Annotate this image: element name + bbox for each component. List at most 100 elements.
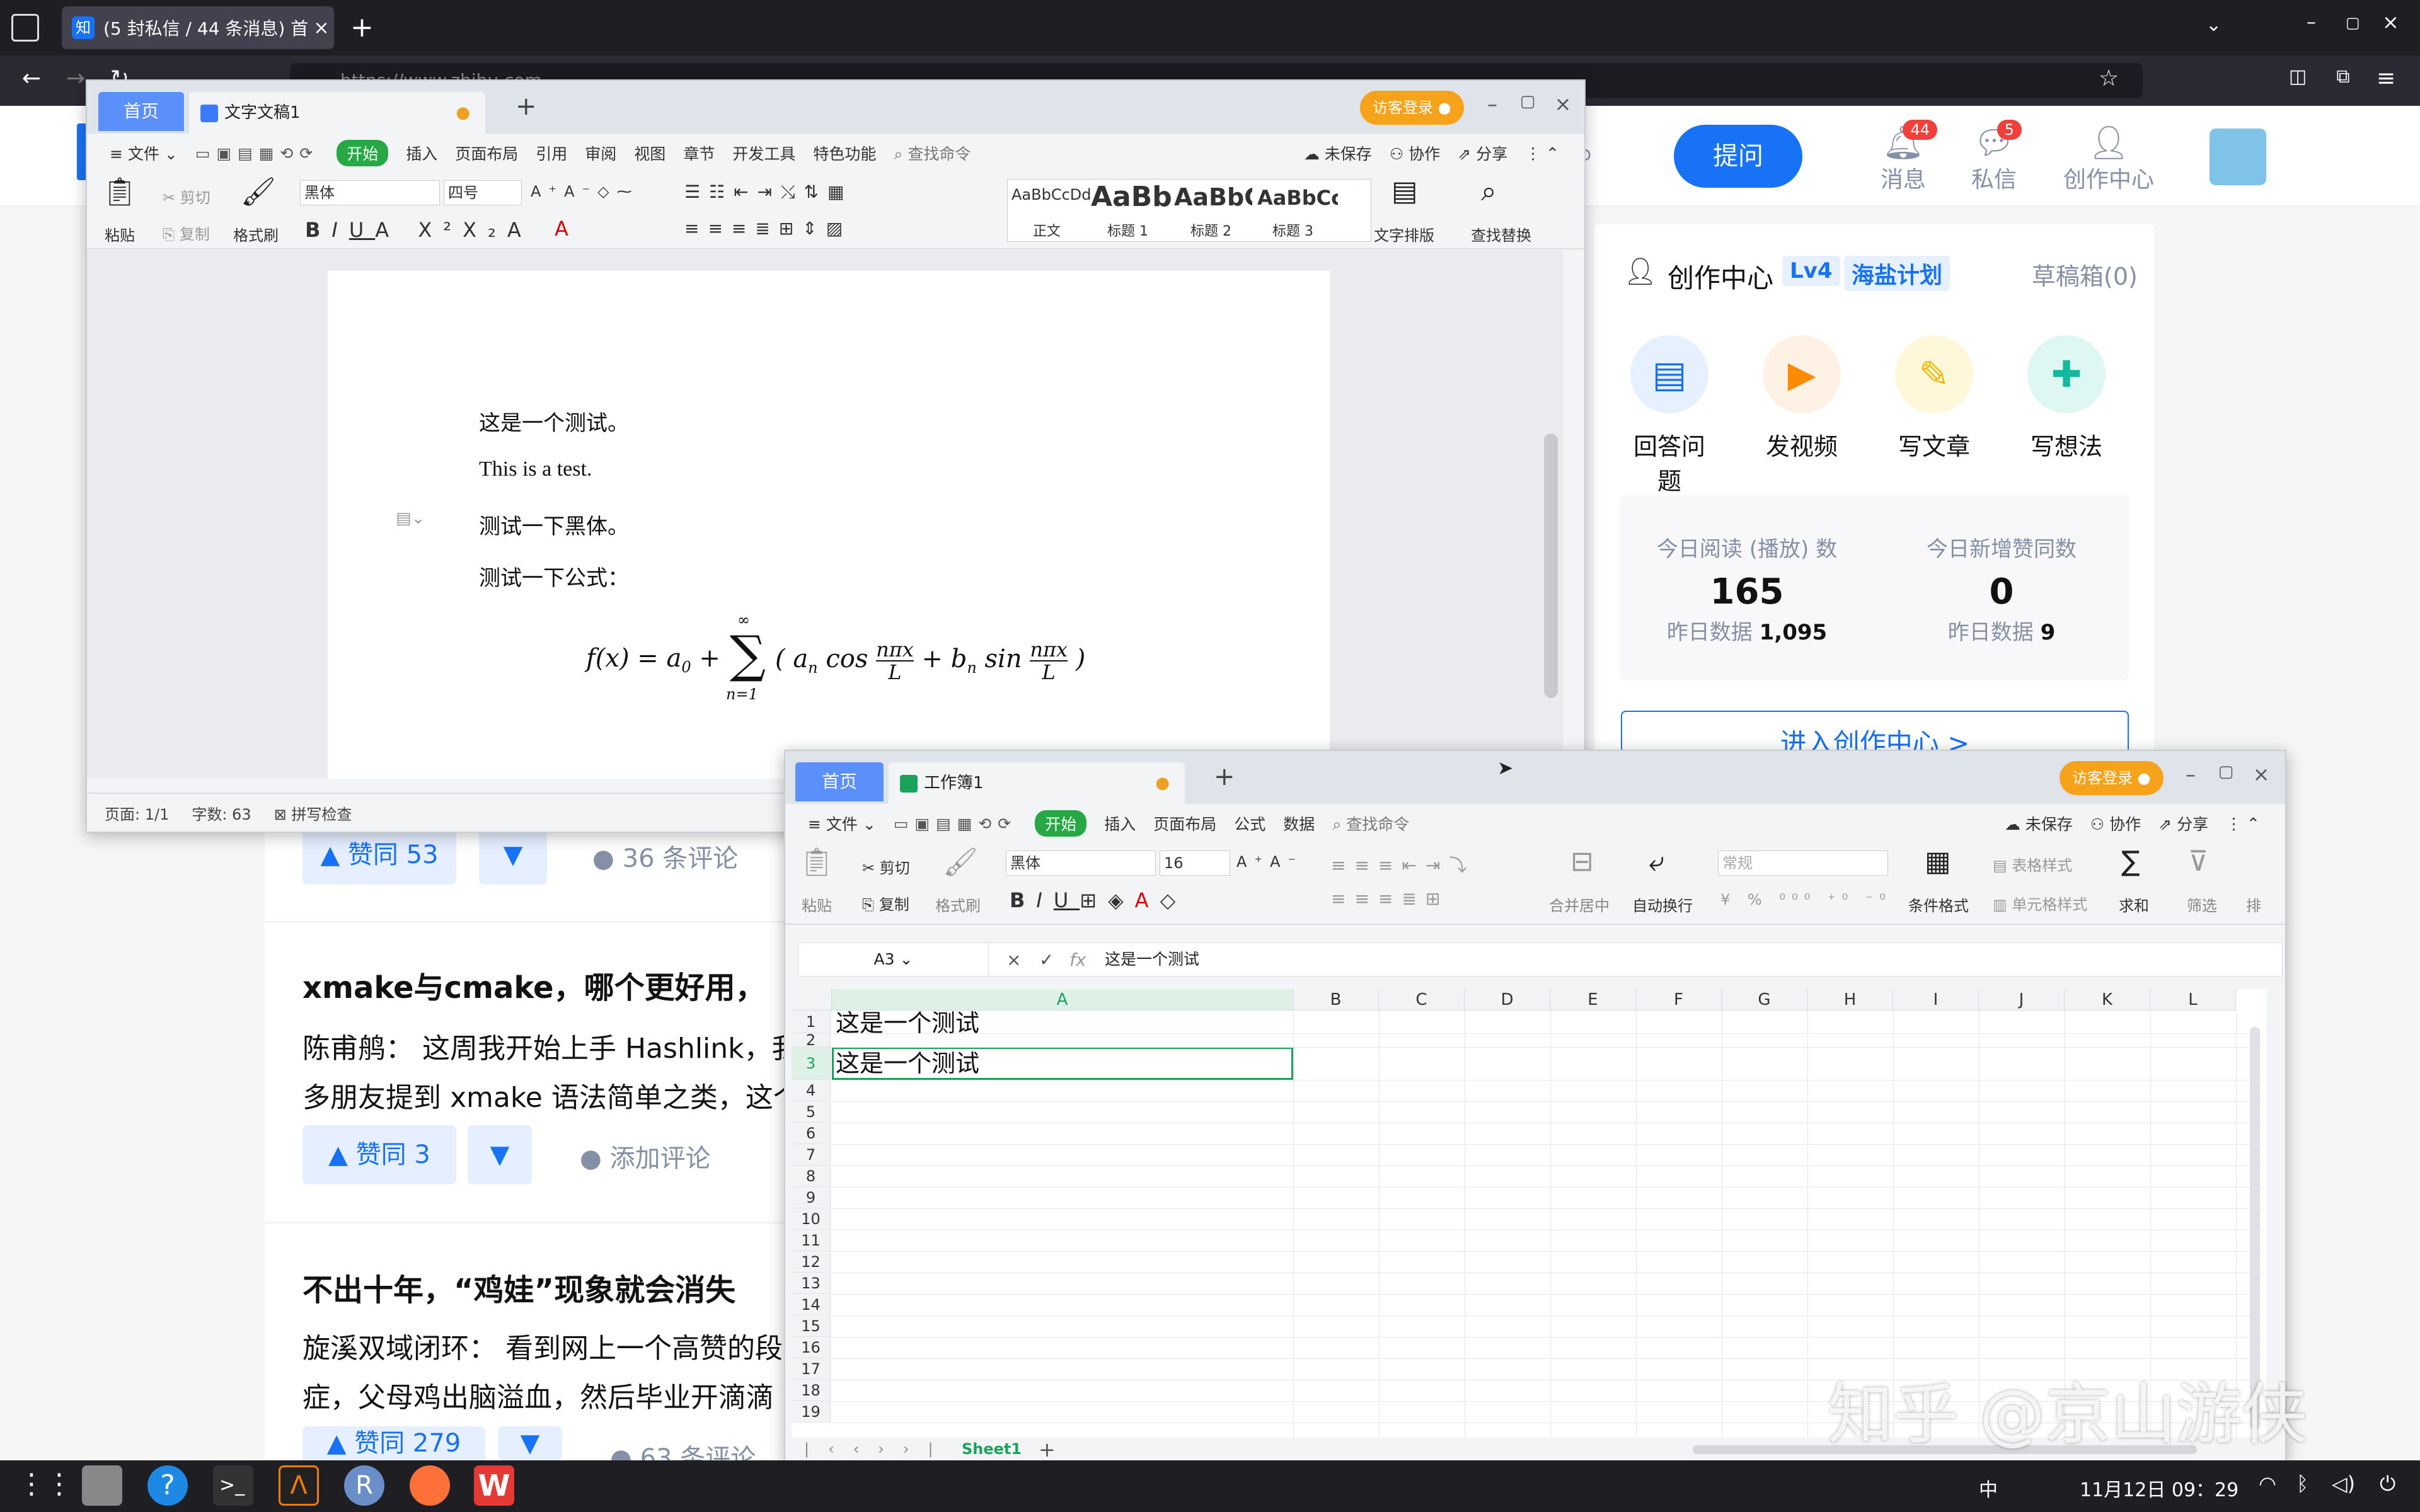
pocket-icon[interactable]: ◫ (2279, 66, 2317, 88)
row-header-14[interactable]: 14 (792, 1294, 831, 1315)
doc-paragraph[interactable]: 测试一下黑体。 (479, 509, 629, 540)
formula-confirm-icon[interactable]: ✓ (1039, 949, 1054, 970)
sheet-menu-home[interactable]: 开始 (1035, 810, 1087, 837)
word-count[interactable]: 字数: 63 (192, 802, 251, 824)
typst-app-icon[interactable]: Λ (279, 1465, 319, 1506)
font-family-select[interactable]: 黑体 (300, 180, 440, 205)
upvote-button[interactable]: ▲ 赞同 279 (302, 1426, 485, 1460)
format-painter-icon[interactable]: 🖌︎ (241, 175, 276, 208)
column-header-l[interactable]: L (2150, 989, 2236, 1011)
formula-block[interactable]: f(x) = a0 + ∞ ∑ n=1 ( an cos nπx L + bn s… (586, 611, 1090, 706)
highlight-color-icon[interactable]: A (555, 217, 568, 241)
upvote-button[interactable]: ▲ 赞同 3 (302, 1125, 456, 1184)
cut-button[interactable]: ✂ 剪切 (163, 185, 210, 207)
sort-button[interactable]: 排 (2246, 893, 2261, 915)
writer-search-command[interactable]: ⌕ 查找命令 (894, 142, 971, 164)
power-icon[interactable]: ⏻ (2380, 1472, 2395, 1496)
text-layout-icon[interactable]: ▤ (1392, 175, 1418, 207)
paste-icon[interactable]: 📋︎ (799, 845, 834, 878)
feed-item-excerpt[interactable]: 症，父母鸡出脑溢血，然后毕业开滴滴 (302, 1375, 774, 1415)
sheet-search-command[interactable]: ⌕ 查找命令 (1332, 812, 1409, 835)
number-format-select[interactable]: 常规 (1718, 850, 1888, 876)
doc-paragraph[interactable]: 测试一下公式： (479, 561, 629, 592)
writer-guest-login-button[interactable]: 访客登录 ● (1360, 91, 1464, 125)
feed-item-title[interactable]: 不出十年，“鸡娃”现象就会消失 (302, 1265, 735, 1309)
feed-item-excerpt[interactable]: 旋溪双域闭环： 看到网上一个高赞的段 (302, 1326, 783, 1366)
upvote-button[interactable]: ▲ 赞同 53 (302, 825, 456, 885)
row-header-5[interactable]: 5 (792, 1101, 831, 1123)
wrap-text-icon[interactable]: ⤶ (1649, 845, 1664, 878)
writer-share-button[interactable]: ⇗ 分享 (1458, 142, 1507, 164)
downvote-button[interactable]: ▼ (468, 1125, 532, 1184)
page-count[interactable]: 页面: 1/1 (105, 802, 169, 824)
help-icon[interactable]: ? (147, 1465, 188, 1506)
row-header-19[interactable]: 19 (792, 1401, 831, 1423)
sheet-tab-sheet1[interactable]: Sheet1 (962, 1440, 1022, 1458)
paragraph-handle-icon[interactable]: ▤⌄ (396, 509, 425, 528)
ime-indicator[interactable]: 中 (1979, 1474, 1998, 1502)
sheet-close-icon[interactable]: × (2249, 762, 2274, 786)
new-tab-icon[interactable]: + (350, 11, 374, 43)
column-header-f[interactable]: F (1636, 989, 1722, 1011)
clock[interactable]: 11月12日 09：29 (2080, 1474, 2238, 1502)
writer-scrollbar[interactable] (1544, 433, 1558, 698)
column-header-a[interactable]: A (832, 989, 1293, 1011)
answer-question-action[interactable]: ▤ 回答问题 (1622, 335, 1717, 496)
merge-center-icon[interactable]: ⊟ (1570, 845, 1594, 878)
sum-icon[interactable]: ∑ (2121, 845, 2140, 878)
writer-menu-references[interactable]: 引用 (536, 142, 567, 164)
level-badge[interactable]: Lv4 (1782, 256, 1840, 286)
row-header-11[interactable]: 11 (792, 1230, 831, 1251)
writer-close-icon[interactable]: × (1550, 92, 1576, 116)
avatar[interactable] (2210, 129, 2266, 185)
sheet-menu-file[interactable]: ≡ 文件 ⌄ (808, 812, 876, 835)
sheet-guest-login-button[interactable]: 访客登录 ● (2060, 761, 2164, 795)
terminal-icon[interactable]: >_ (213, 1465, 253, 1506)
sheet-minimize-icon[interactable]: – (2178, 762, 2203, 786)
back-icon[interactable]: ← (13, 66, 50, 91)
copy-button[interactable]: ⎘ 复制 (862, 892, 909, 914)
alignment-buttons[interactable]: ≡≡≡⇤⇥⤵ (1331, 852, 1475, 877)
sheet-menu-layout[interactable]: 页面布局 (1153, 812, 1216, 835)
font-family-select[interactable]: 黑体 (1006, 850, 1156, 876)
row-header-18[interactable]: 18 (792, 1380, 831, 1401)
close-tab-icon[interactable]: × (309, 17, 334, 39)
column-header-k[interactable]: K (2065, 989, 2150, 1011)
row-header-10[interactable]: 10 (792, 1208, 831, 1230)
row-header-2[interactable]: 2 (792, 1033, 831, 1048)
writer-menu-review[interactable]: 审阅 (585, 142, 616, 164)
row-header-9[interactable]: 9 (792, 1187, 831, 1208)
format-painter-button[interactable]: 格式刷 (935, 893, 981, 915)
style-heading2[interactable]: AaBbC (1174, 183, 1252, 211)
writer-menu-insert[interactable]: 插入 (406, 142, 437, 164)
comments-link[interactable]: ● 添加评论 (580, 1138, 711, 1174)
volume-icon[interactable]: ◁) (2332, 1472, 2355, 1496)
style-gallery[interactable]: AaBbCcDd 正文 AaBb 标题 1 AaBbC 标题 2 AaBbCc … (1007, 179, 1371, 242)
writer-menu-view[interactable]: 视图 (634, 142, 666, 164)
paragraph-buttons[interactable]: ☰☷⇤⇥⤯⇅▦ (684, 181, 853, 203)
messages-nav[interactable]: 🔔︎ 44 消息 (1865, 120, 1941, 194)
cell-style-button[interactable]: ▥ 单元格样式 (1993, 892, 2087, 914)
salt-plan-badge[interactable]: 海盐计划 (1844, 256, 1950, 291)
filter-icon[interactable]: ⊽ (2188, 845, 2208, 878)
sheet-home-tab[interactable]: 首页 (795, 762, 884, 801)
sheet-more-icon[interactable]: ⋮ ⌃ (2226, 815, 2260, 833)
alignment-buttons[interactable]: ≡≡≡≣⊞ (1331, 888, 1449, 909)
number-format-buttons[interactable]: ¥ % ⁰⁰⁰ ⁺⁰ ⁻⁰ (1720, 891, 1892, 908)
writer-home-tab[interactable]: 首页 (98, 92, 184, 131)
column-header-j[interactable]: J (1979, 989, 2065, 1011)
sheet-collab-button[interactable]: ⚇ 协作 (2090, 812, 2141, 835)
sheet-unsaved-status[interactable]: ☁ 未保存 (2005, 812, 2073, 835)
tab-overflow-chevron-icon[interactable]: ⌄ (2206, 14, 2221, 36)
bookmark-star-icon[interactable]: ☆ (2090, 66, 2128, 91)
feed-item-excerpt[interactable]: 陈甫鸼： 这周我开始上手 Hashlink，我 (302, 1026, 800, 1066)
column-header-g[interactable]: G (1722, 989, 1807, 1011)
row-header-1[interactable]: 1 (792, 1011, 831, 1033)
browser-close-icon[interactable]: × (2382, 10, 2399, 34)
doc-paragraph[interactable]: This is a test. (479, 457, 592, 481)
format-painter-button[interactable]: 格式刷 (233, 223, 279, 245)
writer-menu-home[interactable]: 开始 (337, 140, 389, 166)
name-box[interactable]: A3 ⌄ (798, 943, 989, 976)
writer-menu-developer[interactable]: 开发工具 (732, 142, 795, 164)
browser-tab-zhihu[interactable]: 知 (5 封私信 / 44 条消息) 首页 × (62, 6, 334, 49)
